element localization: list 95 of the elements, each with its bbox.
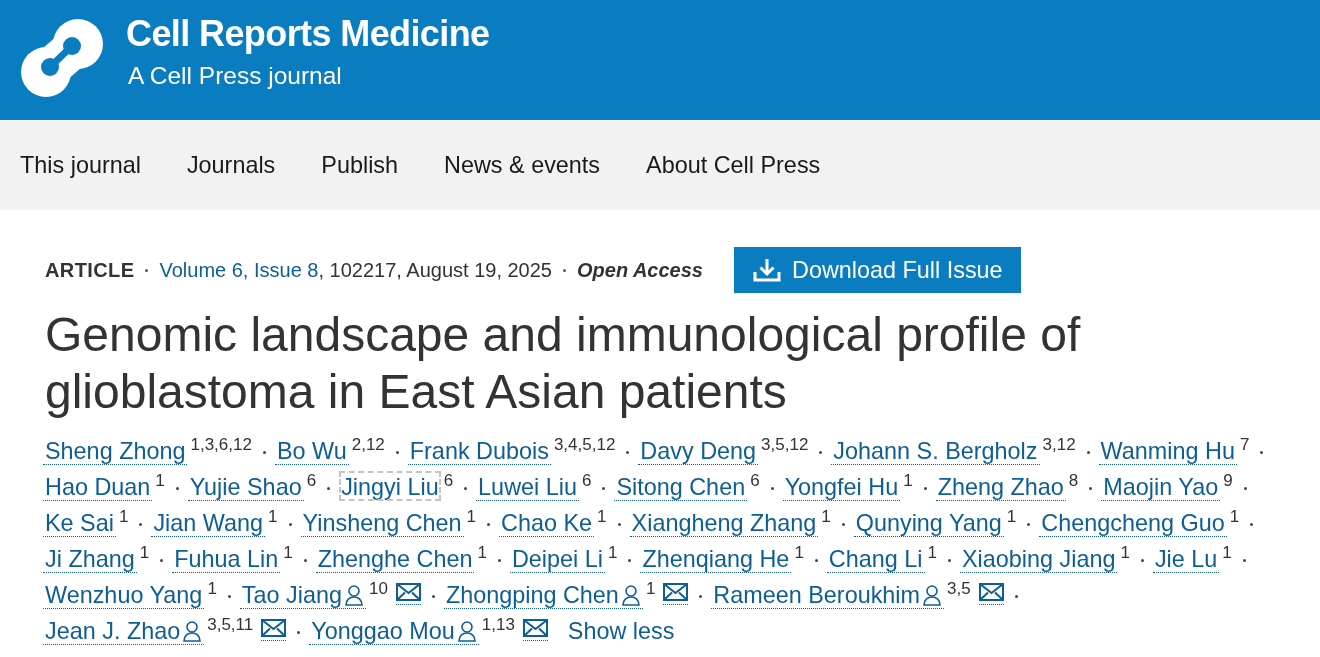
journal-title: Cell Reports Medicine	[126, 14, 490, 54]
affiliation-numbers: 6	[306, 471, 317, 490]
journal-tagline: A Cell Press journal	[128, 62, 342, 90]
nav-link[interactable]: Journals	[186, 151, 276, 179]
author-link[interactable]: Wanming Hu	[1098, 435, 1237, 465]
author-link[interactable]: Tao Jiang	[239, 579, 366, 609]
affiliation-numbers: 1	[1120, 543, 1130, 562]
affiliation-numbers: 1	[118, 507, 129, 526]
author-link[interactable]: Bo Wu	[274, 435, 349, 465]
affiliation-numbers: 3,4,5,12	[553, 435, 616, 454]
affiliation-numbers: 8	[1068, 471, 1079, 490]
author-link[interactable]: Jie Lu	[1152, 543, 1220, 573]
affiliation-numbers: 1	[466, 507, 477, 526]
author-link[interactable]: Zheng Zhao	[935, 471, 1066, 501]
affiliation-numbers: 1	[268, 507, 278, 526]
affiliation-numbers: 1	[1222, 543, 1232, 562]
author-link[interactable]: Deipei Li	[509, 543, 605, 573]
affiliation-numbers: 1	[645, 579, 656, 598]
affiliation-numbers: 1,3,6,12	[190, 435, 252, 454]
author-link[interactable]: Frank Dubois	[407, 435, 551, 465]
affiliation-numbers: 1	[477, 543, 487, 562]
affiliation-numbers: 3,5,12	[761, 435, 809, 454]
publication-info: , 102217, August 19, 2025	[318, 258, 552, 282]
nav-link[interactable]: This journal	[20, 151, 141, 179]
author-link[interactable]: Hao Duan	[43, 471, 153, 501]
affiliation-numbers: 1	[155, 471, 165, 490]
author-link[interactable]: Zhongping Chen	[443, 579, 643, 609]
article-title: Genomic landscape and immunological profile of glioblastoma in East Asian patients	[45, 307, 1082, 420]
nav-link[interactable]: News & events	[444, 151, 601, 179]
affiliation-numbers: 3,5	[947, 579, 971, 598]
mail-icon[interactable]	[395, 583, 421, 605]
open-access-label: Open Access	[577, 258, 703, 282]
person-icon	[344, 584, 364, 606]
affiliation-numbers: 3,12	[1042, 435, 1076, 454]
author-link[interactable]: Zhenghe Chen	[315, 543, 475, 573]
affiliation-numbers: 1	[821, 507, 831, 526]
mail-icon[interactable]	[663, 583, 689, 605]
affiliation-numbers: 10	[369, 579, 388, 598]
affiliation-numbers: 1	[903, 471, 913, 490]
affiliation-numbers: 1	[1006, 507, 1017, 526]
author-link[interactable]: Chang Li	[826, 543, 925, 573]
author-link[interactable]: Yinsheng Chen	[300, 507, 464, 537]
author-link[interactable]: Maojin Yao	[1101, 471, 1221, 501]
download-icon	[753, 258, 781, 282]
affiliation-numbers: 9	[1223, 471, 1233, 490]
author-link[interactable]: Fuhua Lin	[172, 543, 281, 573]
affiliation-numbers: 1	[927, 543, 937, 562]
author-link[interactable]: Luwei Liu	[476, 471, 579, 501]
download-button[interactable]: Download Full Issue	[734, 247, 1021, 293]
author-link[interactable]: Ji Zhang	[43, 543, 137, 573]
author-link[interactable]: Chao Ke	[499, 507, 595, 537]
author-link[interactable]: Yongfei Hu	[782, 471, 901, 501]
affiliation-numbers: 1	[207, 579, 217, 598]
affiliation-numbers: 3,5,11	[207, 615, 254, 634]
author-link[interactable]: Jean J. Zhao	[43, 615, 205, 645]
person-icon	[620, 584, 641, 606]
affiliation-numbers: 1	[283, 543, 293, 562]
affiliation-numbers: 1	[139, 543, 150, 562]
affiliation-numbers: 6	[750, 471, 760, 490]
author-link[interactable]: Jian Wang	[151, 507, 266, 537]
author-link[interactable]: Qunying Yang	[853, 507, 1004, 537]
author-link[interactable]: Xiangheng Zhang	[629, 507, 819, 537]
mail-icon[interactable]	[522, 619, 548, 641]
affiliation-numbers: 1	[794, 543, 804, 562]
author-link[interactable]: Wenzhuo Yang	[43, 579, 205, 609]
affiliation-numbers: 6	[443, 471, 454, 490]
affiliation-numbers: 1	[607, 543, 618, 562]
author-link[interactable]: Yujie Shao	[187, 471, 304, 501]
affiliation-numbers: 1	[1229, 507, 1240, 526]
affiliation-numbers: 1	[597, 507, 607, 526]
person-icon	[182, 620, 203, 642]
article-type-label: ARTICLE	[45, 258, 135, 282]
show-less-link[interactable]: Show less	[567, 618, 675, 644]
author-link[interactable]: Yonggao Mou	[309, 615, 479, 645]
author-link[interactable]: Sitong Chen	[614, 471, 748, 501]
author-link[interactable]: Davy Deng	[638, 435, 759, 465]
mail-icon[interactable]	[978, 583, 1004, 605]
issue-link[interactable]: Volume 6, Issue 8	[159, 258, 319, 282]
author-link[interactable]: Ke Sai	[43, 507, 116, 537]
author-link[interactable]: Sheng Zhong	[43, 435, 188, 465]
affiliation-numbers: 7	[1239, 435, 1250, 454]
nav-link[interactable]: Publish	[321, 151, 399, 179]
person-icon	[456, 620, 477, 642]
author-link[interactable]: Xiaobing Jiang	[959, 543, 1118, 573]
author-link[interactable]: Johann S. Bergholz	[831, 435, 1040, 465]
mail-icon[interactable]	[261, 619, 287, 641]
affiliation-numbers: 1,13	[481, 615, 515, 634]
person-icon	[922, 584, 943, 606]
nav-link[interactable]: About Cell Press	[646, 151, 821, 179]
affiliation-numbers: 2,12	[351, 435, 385, 454]
author-link[interactable]: Jingyi Liu	[339, 471, 441, 501]
author-link[interactable]: Chengcheng Guo	[1039, 507, 1227, 537]
author-link[interactable]: Rameen Beroukhim	[711, 579, 945, 609]
author-link[interactable]: Zhenqiang He	[640, 543, 792, 573]
affiliation-numbers: 6	[581, 471, 592, 490]
